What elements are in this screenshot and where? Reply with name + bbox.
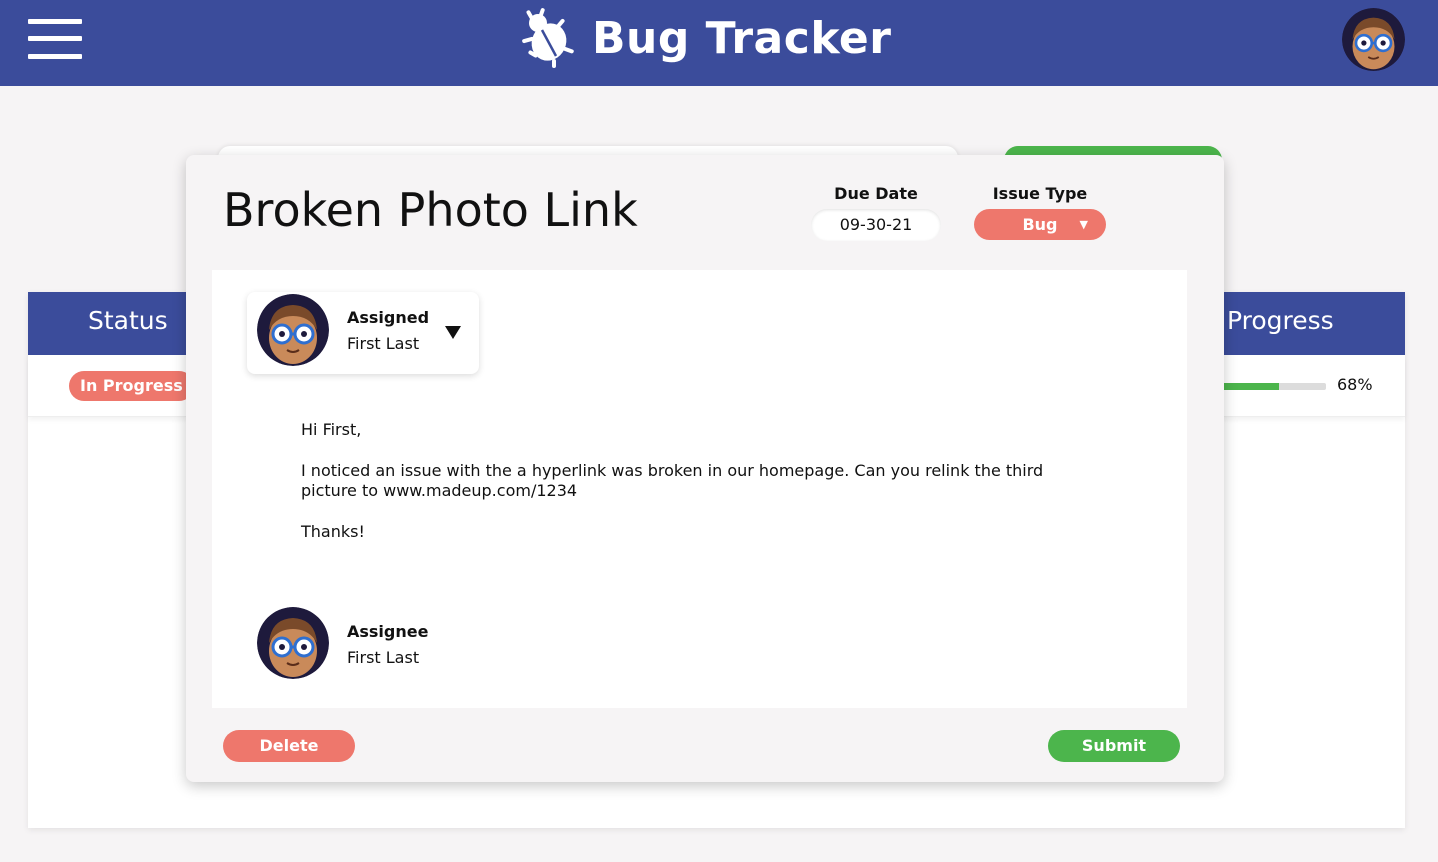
delete-button[interactable]: Delete <box>223 730 355 762</box>
assigned-dropdown[interactable]: Assigned First Last <box>247 292 479 374</box>
hamburger-menu-icon[interactable] <box>28 19 82 59</box>
assignee-label: Assignee <box>347 622 429 641</box>
submit-button[interactable]: Submit <box>1048 730 1180 762</box>
issue-type-select[interactable]: Bug ▼ <box>974 209 1106 240</box>
message-body: I noticed an issue with the a hyperlink … <box>301 461 1044 500</box>
status-badge: In Progress <box>69 371 194 401</box>
message-closing: Thanks! <box>301 522 365 541</box>
column-status: Status <box>88 306 168 335</box>
caret-down-icon[interactable] <box>445 326 461 339</box>
top-navigation-bar: Bug Tracker <box>0 0 1438 86</box>
issue-modal: Broken Photo Link Due Date 09-30-21 Issu… <box>186 155 1224 782</box>
avatar <box>257 294 329 366</box>
issue-body-panel: Assigned First Last Hi First, I noticed … <box>212 270 1187 708</box>
issue-description[interactable]: Hi First, I noticed an issue with the a … <box>301 420 1101 563</box>
progress-percent: 68% <box>1337 375 1373 394</box>
due-date-label: Due Date <box>834 184 918 203</box>
issue-title[interactable]: Broken Photo Link <box>223 183 638 237</box>
issue-type-label: Issue Type <box>992 184 1088 203</box>
caret-down-icon: ▼ <box>1079 218 1088 231</box>
assignee-name: First Last <box>347 648 420 667</box>
avatar <box>257 607 329 679</box>
app-title: Bug Tracker <box>592 12 892 64</box>
message-greeting: Hi First, <box>301 420 362 439</box>
due-date-field[interactable]: 09-30-21 <box>811 209 941 241</box>
brand: Bug Tracker <box>518 6 891 70</box>
assigned-name: First Last <box>347 334 420 353</box>
user-avatar[interactable] <box>1342 8 1405 71</box>
bug-icon <box>522 8 574 68</box>
column-progress: Progress <box>1227 306 1334 335</box>
assigned-label: Assigned <box>347 308 430 327</box>
